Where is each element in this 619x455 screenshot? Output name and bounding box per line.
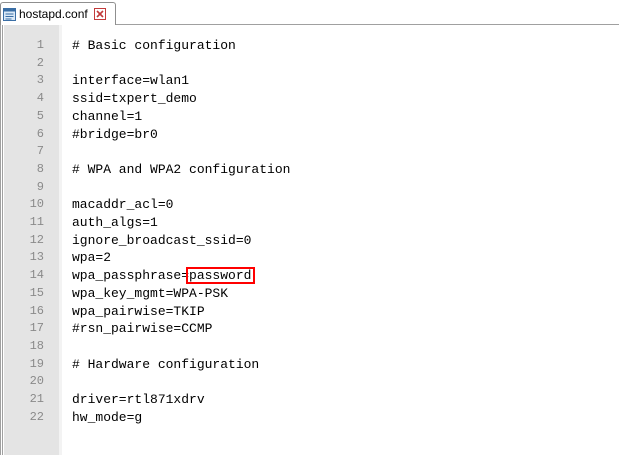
code-line[interactable]: 15 wpa_key_mgmt=WPA-PSK — [30, 285, 619, 303]
line-number: 6 — [36, 126, 44, 141]
code-line[interactable]: 8 # WPA and WPA2 configuration — [37, 161, 619, 179]
line-text: wpa_pairwise=TKIP — [72, 303, 205, 319]
line-text: ssid=txpert_demo — [72, 91, 197, 107]
line-text: hw_mode=g — [72, 409, 143, 425]
line-text: auth_algs=1 — [72, 215, 158, 230]
code-line[interactable]: 11 auth_algs=1 — [30, 214, 619, 232]
line-number: 16 — [29, 303, 44, 318]
line-number: 3 — [36, 73, 44, 88]
line-number: 7 — [36, 144, 44, 159]
editor-frame — [0, 25, 3, 455]
line-text: ignore_broadcast_ssid=0 — [72, 232, 252, 248]
code-line[interactable]: 22 hw_mode=g — [30, 409, 619, 427]
line-text: # Hardware configuration — [72, 356, 260, 372]
line-number: 2 — [36, 55, 44, 70]
line-text: wpa_key_mgmt=WPA-PSK — [72, 285, 229, 301]
code-line[interactable]: 20 — [30, 373, 619, 391]
line-text: driver=rtl871xdrv — [72, 392, 205, 407]
code-line[interactable]: 7 — [37, 143, 619, 161]
code-line[interactable]: 2 — [37, 55, 619, 73]
line-text: macaddr_acl=0 — [72, 197, 174, 213]
tab-bar: hostapd.conf — [0, 0, 619, 25]
code-line[interactable]: 10 macaddr_acl=0 — [30, 196, 619, 214]
code-line[interactable]: 17 #rsn_pairwise=CCMP — [30, 320, 619, 338]
line-number: 10 — [29, 197, 44, 212]
line-text: # WPA and WPA2 configuration — [72, 161, 291, 177]
line-number: 1 — [36, 38, 44, 52]
line-number: 5 — [36, 108, 44, 123]
line-number: 9 — [36, 179, 44, 194]
line-number: 17 — [29, 321, 44, 336]
code-area[interactable]: 1 # Basic configuration 2 3 interface=wlan1 4… — [30, 25, 619, 455]
line-number: 4 — [36, 91, 44, 106]
highlighted-password: password — [186, 267, 256, 285]
line-text: #rsn_pairwise=CCMP — [72, 321, 213, 337]
line-number: 15 — [29, 285, 44, 300]
code-line[interactable]: 1 # Basic configuration — [37, 37, 619, 55]
code-line[interactable]: 3 interface=wlan1 — [37, 72, 619, 90]
editor-window: hostapd.conf 1 # Basic configuration 2 3 int… — [0, 0, 619, 455]
code-line[interactable]: 9 — [37, 179, 619, 197]
code-line[interactable]: 5 channel=1 — [37, 108, 619, 126]
line-number: 22 — [29, 409, 44, 424]
line-text: wpa=2 — [72, 250, 112, 266]
line-text: # Basic configuration — [72, 38, 236, 53]
code-editor[interactable]: 1 # Basic configuration 2 3 interface=wlan1 4… — [0, 25, 619, 455]
line-text: channel=1 — [72, 108, 143, 124]
line-text: #bridge=br0 — [72, 126, 158, 142]
line-number: 21 — [29, 392, 44, 406]
line-number: 19 — [29, 356, 44, 371]
code-line[interactable]: 21 driver=rtl871xdrv — [30, 391, 619, 409]
line-number: 14 — [29, 268, 44, 283]
highlight-box — [186, 267, 256, 285]
notepad-file-icon — [3, 7, 16, 21]
tab-hostapd-conf[interactable]: hostapd.conf — [0, 2, 116, 25]
code-line[interactable]: 6 #bridge=br0 — [37, 126, 619, 144]
line-number: 11 — [29, 215, 44, 229]
code-line[interactable]: 12 ignore_broadcast_ssid=0 — [30, 232, 619, 250]
code-line[interactable]: 18 — [30, 338, 619, 356]
line-number: 12 — [29, 232, 44, 247]
tab-label: hostapd.conf — [19, 7, 88, 21]
close-icon[interactable] — [93, 8, 106, 20]
code-line[interactable]: 14 wpa_passphrase=password — [30, 267, 619, 285]
code-line[interactable]: 16 wpa_pairwise=TKIP — [30, 303, 619, 321]
code-line[interactable]: 13 wpa=2 — [30, 249, 619, 267]
line-number: 18 — [29, 338, 44, 353]
line-number: 8 — [36, 161, 44, 176]
line-text: interface=wlan1 — [72, 73, 190, 89]
code-line[interactable]: 4 ssid=txpert_demo — [37, 90, 619, 108]
line-number: 20 — [29, 374, 44, 389]
line-text: wpa_passphrase=password — [72, 267, 256, 285]
line-number: 13 — [29, 250, 44, 265]
code-line[interactable]: 19 # Hardware configuration — [30, 356, 619, 374]
